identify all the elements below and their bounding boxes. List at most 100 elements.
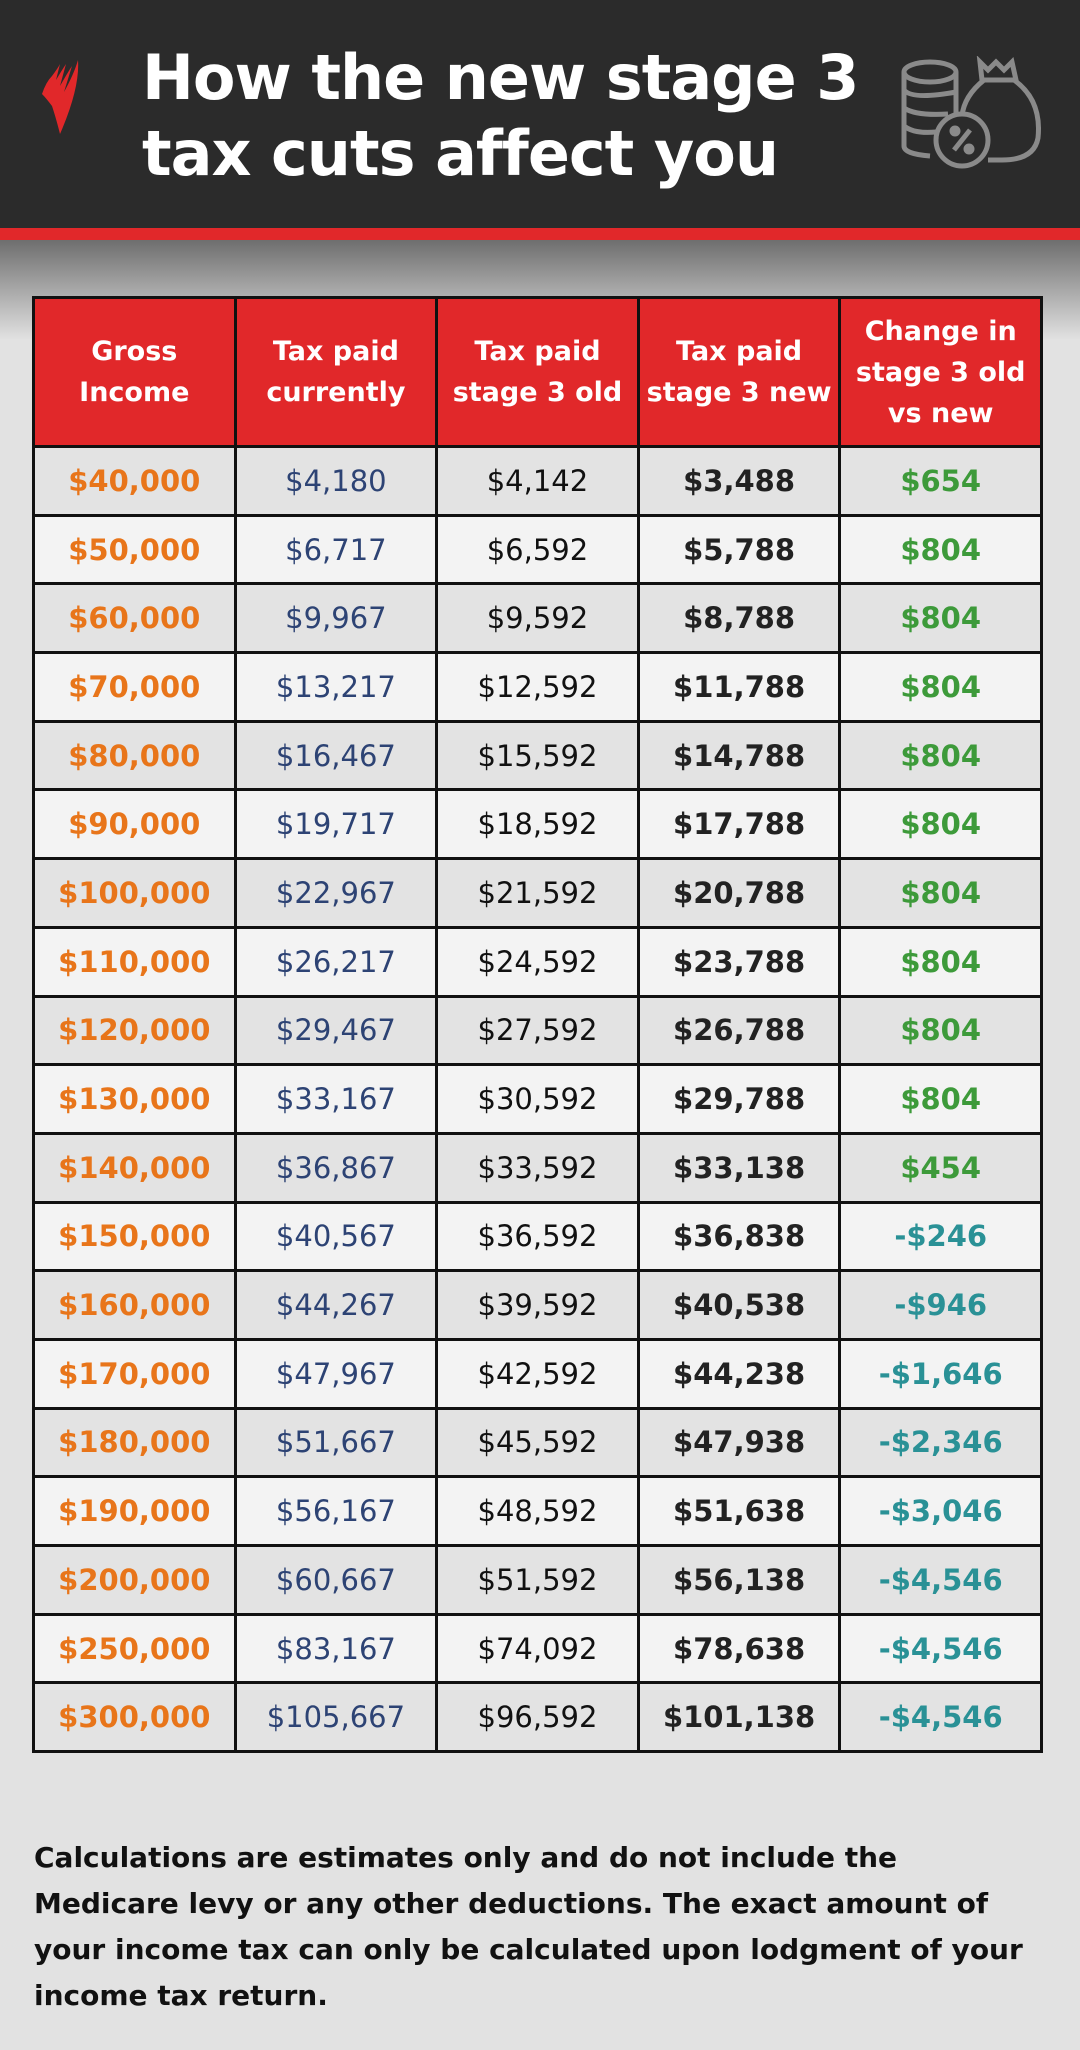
cell-new: $47,938 [636, 1406, 842, 1479]
table-row: $90,000 $19,717 $18,592 $17,788 $804 [32, 788, 1043, 861]
table-row: $170,000 $47,967 $42,592 $44,238 -$1,646 [32, 1337, 1043, 1410]
cell-old: $51,592 [435, 1544, 640, 1616]
cell-income: $110,000 [32, 925, 237, 998]
cell-income: $100,000 [32, 857, 237, 929]
cell-income: $130,000 [32, 1063, 237, 1135]
cell-old: $9,592 [435, 582, 640, 655]
header-banner: How the new stage 3 tax cuts affect you [0, 0, 1080, 228]
cell-current: $29,467 [233, 994, 439, 1067]
cell-old: $18,592 [435, 788, 640, 861]
cell-change: $804 [838, 719, 1043, 792]
cell-change: $804 [838, 1063, 1043, 1135]
cell-new: $20,788 [636, 857, 842, 929]
cell-income: $50,000 [32, 513, 237, 586]
cell-old: $21,592 [435, 857, 640, 929]
cell-change: -$4,546 [838, 1681, 1043, 1754]
table-row: $190,000 $56,167 $48,592 $51,638 -$3,046 [32, 1475, 1043, 1547]
cell-current: $6,717 [233, 513, 439, 586]
cell-new: $29,788 [636, 1063, 842, 1135]
table-header-row: Gross Income Tax paid currently Tax paid… [32, 296, 1043, 448]
cell-new: $23,788 [636, 925, 842, 998]
cell-income: $190,000 [32, 1475, 237, 1547]
cell-old: $15,592 [435, 719, 640, 792]
cell-income: $40,000 [32, 445, 237, 517]
cell-change: $654 [838, 445, 1043, 517]
table-row: $110,000 $26,217 $24,592 $23,788 $804 [32, 925, 1043, 998]
cell-old: $42,592 [435, 1337, 640, 1410]
cell-current: $9,967 [233, 582, 439, 655]
table-row: $40,000 $4,180 $4,142 $3,488 $654 [32, 445, 1043, 517]
cell-new: $3,488 [636, 445, 842, 517]
cell-new: $26,788 [636, 994, 842, 1067]
cell-current: $47,967 [233, 1337, 439, 1410]
table-row: $200,000 $60,667 $51,592 $56,138 -$4,546 [32, 1544, 1043, 1616]
cell-income: $150,000 [32, 1200, 237, 1273]
table-row: $50,000 $6,717 $6,592 $5,788 $804 [32, 513, 1043, 586]
cell-new: $44,238 [636, 1337, 842, 1410]
cell-new: $17,788 [636, 788, 842, 861]
cell-current: $56,167 [233, 1475, 439, 1547]
table-row: $180,000 $51,667 $45,592 $47,938 -$2,346 [32, 1406, 1043, 1479]
cell-new: $78,638 [636, 1612, 842, 1685]
table-row: $160,000 $44,267 $39,592 $40,538 -$946 [32, 1269, 1043, 1341]
cell-old: $12,592 [435, 651, 640, 723]
page-title: How the new stage 3 tax cuts affect you [142, 41, 859, 190]
cell-current: $44,267 [233, 1269, 439, 1341]
cell-new: $56,138 [636, 1544, 842, 1616]
cell-income: $200,000 [32, 1544, 237, 1616]
cell-income: $70,000 [32, 651, 237, 723]
cell-change: $804 [838, 582, 1043, 655]
cell-income: $180,000 [32, 1406, 237, 1479]
cell-old: $24,592 [435, 925, 640, 998]
column-header-gross-income: Gross Income [32, 296, 237, 448]
cell-new: $8,788 [636, 582, 842, 655]
table-row: $80,000 $16,467 $15,592 $14,788 $804 [32, 719, 1043, 792]
cell-change: -$2,346 [838, 1406, 1043, 1479]
cell-current: $40,567 [233, 1200, 439, 1273]
cell-old: $33,592 [435, 1131, 640, 1204]
cell-change: $804 [838, 513, 1043, 586]
cell-current: $83,167 [233, 1612, 439, 1685]
cell-new: $14,788 [636, 719, 842, 792]
cell-new: $101,138 [636, 1681, 842, 1754]
cell-new: $51,638 [636, 1475, 842, 1547]
cell-new: $36,838 [636, 1200, 842, 1273]
cell-change: $804 [838, 925, 1043, 998]
cell-current: $26,217 [233, 925, 439, 998]
cell-old: $27,592 [435, 994, 640, 1067]
cell-change: $804 [838, 788, 1043, 861]
cell-current: $16,467 [233, 719, 439, 792]
cell-new: $5,788 [636, 513, 842, 586]
cell-income: $80,000 [32, 719, 237, 792]
cell-old: $4,142 [435, 445, 640, 517]
table-row: $60,000 $9,967 $9,592 $8,788 $804 [32, 582, 1043, 655]
cell-old: $30,592 [435, 1063, 640, 1135]
cell-change: $804 [838, 651, 1043, 723]
table-row: $120,000 $29,467 $27,592 $26,788 $804 [32, 994, 1043, 1067]
sbs-logo-icon [42, 60, 79, 134]
cell-new: $40,538 [636, 1269, 842, 1341]
cell-old: $45,592 [435, 1406, 640, 1479]
cell-change: $804 [838, 857, 1043, 929]
cell-current: $36,867 [233, 1131, 439, 1204]
cell-change: -$3,046 [838, 1475, 1043, 1547]
cell-change: -$4,546 [838, 1612, 1043, 1685]
cell-old: $48,592 [435, 1475, 640, 1547]
table-row: $150,000 $40,567 $36,592 $36,838 -$246 [32, 1200, 1043, 1273]
cell-income: $140,000 [32, 1131, 237, 1204]
coins-money-bag-percent-icon [901, 56, 1041, 169]
cell-current: $13,217 [233, 651, 439, 723]
cell-income: $300,000 [32, 1681, 237, 1754]
cell-income: $170,000 [32, 1337, 237, 1410]
cell-old: $36,592 [435, 1200, 640, 1273]
cell-current: $4,180 [233, 445, 439, 517]
table-row: $250,000 $83,167 $74,092 $78,638 -$4,546 [32, 1612, 1043, 1685]
table-row: $130,000 $33,167 $30,592 $29,788 $804 [32, 1063, 1043, 1135]
tax-cuts-table: Gross Income Tax paid currently Tax paid… [32, 296, 1043, 1754]
cell-income: $120,000 [32, 994, 237, 1067]
cell-income: $250,000 [32, 1612, 237, 1685]
cell-old: $74,092 [435, 1612, 640, 1685]
cell-current: $51,667 [233, 1406, 439, 1479]
table-row: $140,000 $36,867 $33,592 $33,138 $454 [32, 1131, 1043, 1204]
column-header-change: Change in stage 3 old vs new [838, 296, 1043, 448]
